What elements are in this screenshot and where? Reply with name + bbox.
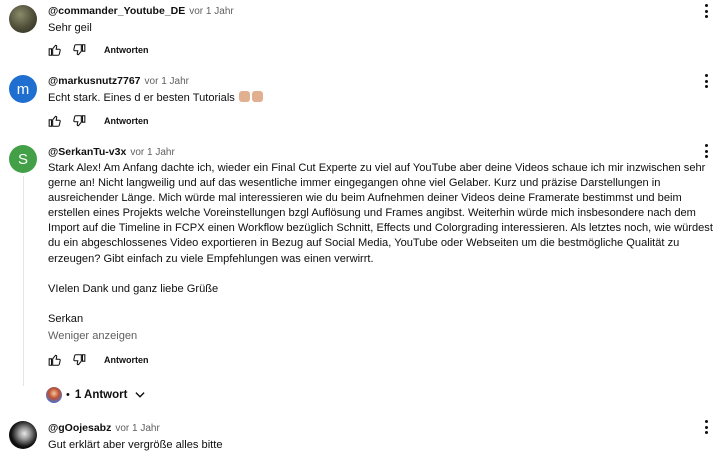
thumbs-down-icon[interactable] xyxy=(72,353,86,367)
thumbs-up-icon xyxy=(238,91,250,102)
comment-header: @markusnutz7767 vor 1 Jahr xyxy=(48,75,189,87)
comment-text-content: Echt stark. Eines d er besten Tutorials xyxy=(48,92,235,104)
comment-actions: Antworten xyxy=(48,113,149,129)
avatar xyxy=(46,387,62,403)
thumbs-up-icon[interactable] xyxy=(48,353,62,367)
more-vert-icon[interactable] xyxy=(700,420,712,434)
avatar[interactable] xyxy=(9,5,37,33)
avatar[interactable]: S xyxy=(9,145,37,173)
chevron-down-icon xyxy=(133,388,147,402)
comment-text: Sehr geil xyxy=(48,22,92,34)
comment-time[interactable]: vor 1 Jahr xyxy=(189,6,233,17)
thread-line xyxy=(23,176,24,386)
thumbs-up-icon xyxy=(251,91,263,102)
more-vert-icon[interactable] xyxy=(700,74,712,88)
comment-text: Stark Alex! Am Anfang dachte ich, wieder… xyxy=(48,162,713,265)
comment-text: Serkan xyxy=(48,313,84,325)
replies-count: 1 Antwort xyxy=(74,389,128,401)
comment-author[interactable]: @commander_Youtube_DE xyxy=(48,5,185,17)
comment-actions: Antworten xyxy=(48,352,149,368)
reply-button[interactable]: Antworten xyxy=(104,355,149,365)
avatar[interactable] xyxy=(9,421,37,449)
comment-text: Gut erklärt aber vergröße alles bitte xyxy=(48,439,223,451)
comment-time[interactable]: vor 1 Jahr xyxy=(130,147,174,158)
thumbs-down-icon[interactable] xyxy=(72,114,86,128)
comment-text: VIelen Dank und ganz liebe Grüße xyxy=(48,283,219,295)
reply-button[interactable]: Antworten xyxy=(104,116,149,126)
thumbs-down-icon[interactable] xyxy=(72,43,86,57)
separator-dot: • xyxy=(66,389,70,401)
more-vert-icon[interactable] xyxy=(700,144,712,158)
comment-actions: Antworten xyxy=(48,42,149,58)
avatar[interactable]: m xyxy=(9,75,37,103)
comment-author[interactable]: @markusnutz7767 xyxy=(48,75,141,87)
show-less-link[interactable]: Weniger anzeigen xyxy=(48,330,137,342)
reply-button[interactable]: Antworten xyxy=(104,45,149,55)
comment-header: @commander_Youtube_DE vor 1 Jahr xyxy=(48,5,234,17)
comment-author[interactable]: @gOojesabz xyxy=(48,422,111,434)
replies-toggle[interactable]: • 1 Antwort xyxy=(46,385,147,405)
comment-header: @gOojesabz vor 1 Jahr xyxy=(48,422,160,434)
more-vert-icon[interactable] xyxy=(700,4,712,18)
thumbs-up-icon[interactable] xyxy=(48,114,62,128)
comment-author[interactable]: @SerkanTu-v3x xyxy=(48,146,126,158)
comment-time[interactable]: vor 1 Jahr xyxy=(145,76,189,87)
comment-text: Echt stark. Eines d er besten Tutorials xyxy=(48,91,716,106)
thumbs-up-icon[interactable] xyxy=(48,43,62,57)
comment-time[interactable]: vor 1 Jahr xyxy=(115,423,159,434)
comment-header: @SerkanTu-v3x vor 1 Jahr xyxy=(48,146,175,158)
